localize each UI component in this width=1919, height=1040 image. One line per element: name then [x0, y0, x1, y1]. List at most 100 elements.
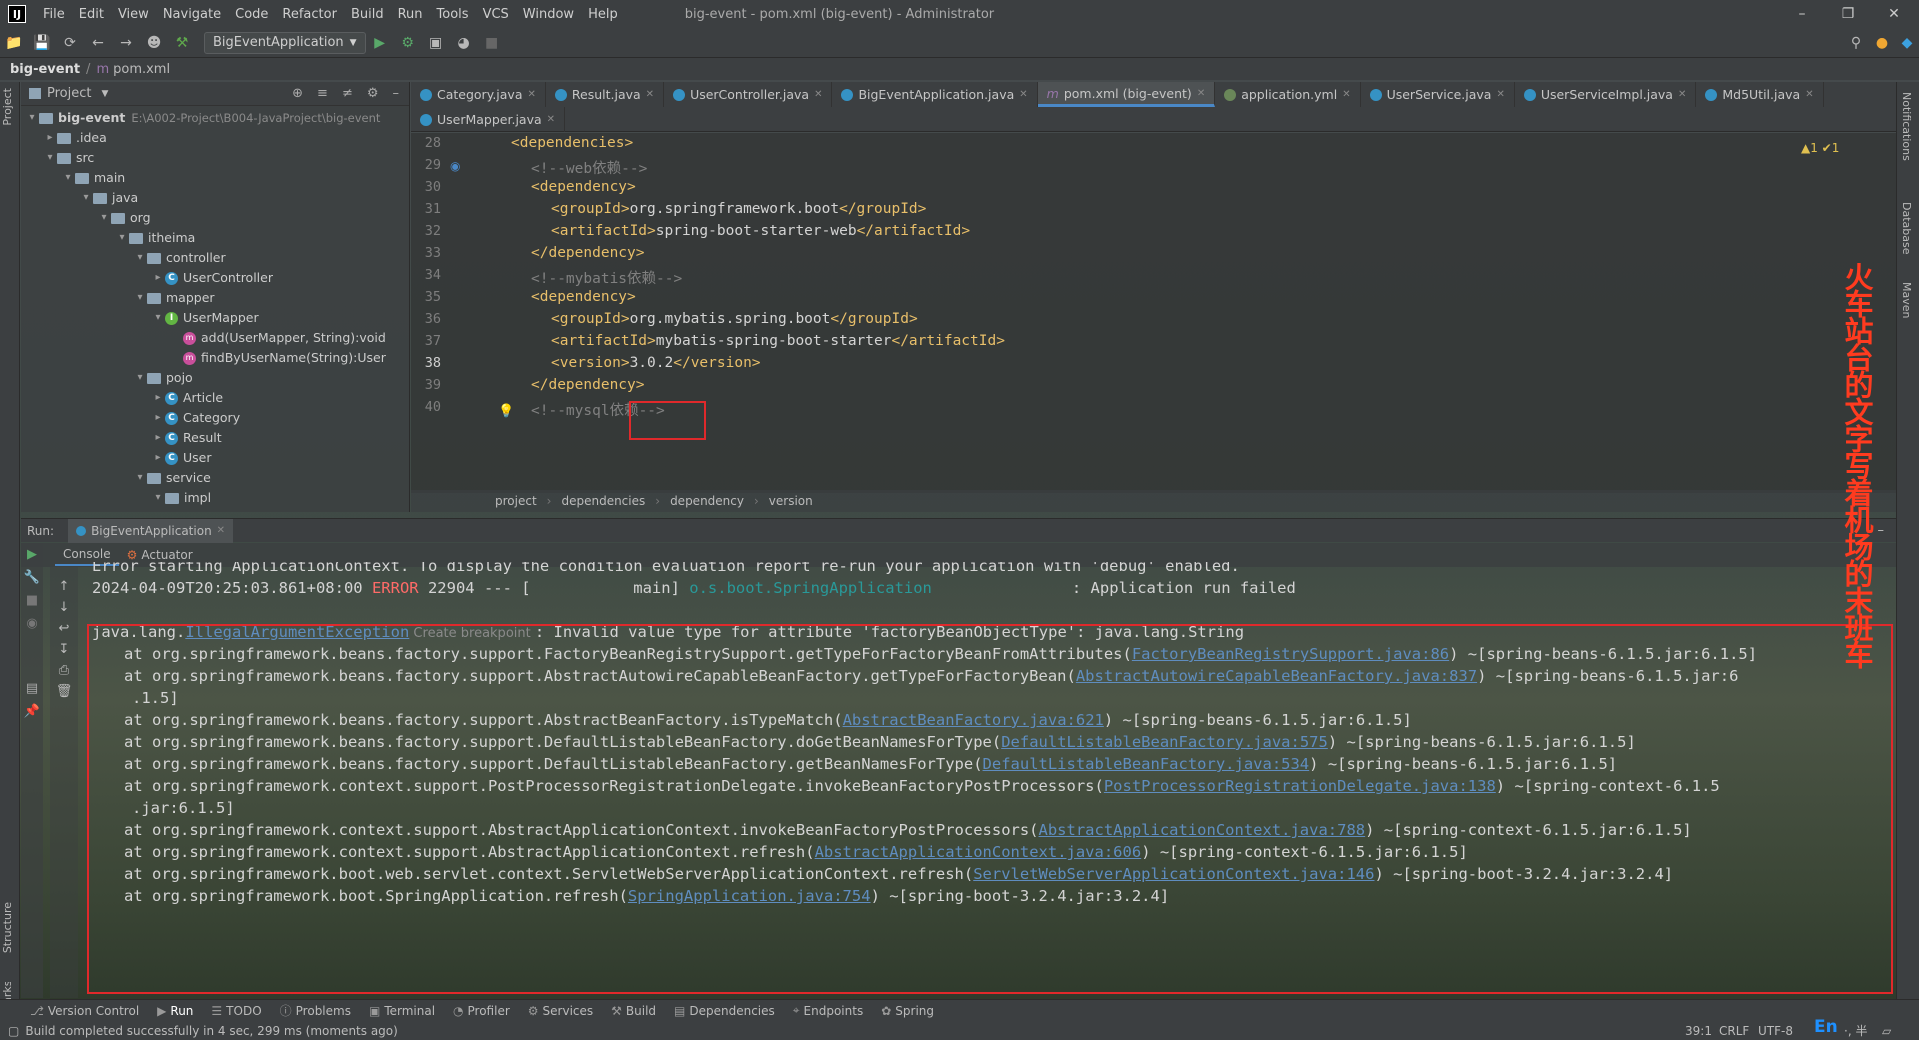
structure-tool-tab[interactable]: Structure [1, 902, 14, 953]
bottom-tab-endpoints[interactable]: ⌖ Endpoints [793, 1003, 863, 1018]
rerun-icon[interactable]: ▶ [21, 547, 43, 562]
bulb-icon[interactable]: 💡 [498, 404, 514, 419]
menu-view[interactable]: View [111, 7, 156, 22]
project-panel-title[interactable]: Project [47, 86, 91, 101]
chevron-down-icon[interactable]: ▾ [115, 228, 129, 248]
menu-tools[interactable]: Tools [430, 7, 476, 22]
sync-icon[interactable]: ⟳ [59, 32, 81, 54]
debug-icon[interactable]: ⚙ [397, 32, 419, 54]
tree-node[interactable]: ▸ C UserController [21, 268, 409, 288]
expand-all-icon[interactable]: ≡ [317, 86, 328, 101]
tree-node[interactable]: ▾ service [21, 468, 409, 488]
menu-build[interactable]: Build [344, 7, 391, 22]
forward-icon[interactable]: → [115, 32, 137, 54]
editor-tab[interactable]: UserMapper.java ✕ [411, 107, 566, 132]
editor-breadcrumb-item[interactable]: dependencies [561, 494, 645, 508]
run-config-tab[interactable]: BigEventApplication ✕ [68, 518, 234, 543]
print-icon[interactable]: ⎙ [50, 663, 78, 678]
tree-node[interactable]: ▸ C Result [21, 428, 409, 448]
tree-node[interactable]: ▾ controller [21, 248, 409, 268]
menu-file[interactable]: File [36, 7, 72, 22]
tree-node[interactable]: ▸ C Article [21, 388, 409, 408]
code-line[interactable]: <artifactId>mybatis-spring-boot-starter<… [551, 333, 1005, 349]
coverage-icon[interactable]: ▣ [425, 32, 447, 54]
update-icon[interactable]: ● [1871, 32, 1893, 54]
pin-icon[interactable]: 📌 [21, 704, 43, 719]
ime-extra[interactable]: ·, 半 [1844, 1022, 1867, 1039]
stop-icon[interactable]: ■ [481, 32, 503, 54]
editor-tab[interactable]: application.yml ✕ [1215, 82, 1361, 107]
code-line[interactable]: <dependency> [531, 289, 636, 305]
close-icon[interactable]: ✕ [814, 89, 822, 100]
editor-tab[interactable]: Category.java ✕ [411, 82, 546, 107]
close-icon[interactable]: ✕ [1805, 89, 1813, 100]
tree-node[interactable]: ▾ mapper [21, 288, 409, 308]
editor-tab[interactable]: Result.java ✕ [546, 82, 665, 107]
close-icon[interactable]: ✕ [217, 525, 225, 536]
editor-tab[interactable]: UserController.java ✕ [664, 82, 833, 107]
close-icon[interactable]: ✕ [1342, 89, 1350, 100]
close-icon[interactable]: ✕ [1678, 89, 1686, 100]
chevron-down-icon[interactable]: ▾ [61, 168, 75, 188]
tree-node[interactable]: ▾ pojo [21, 368, 409, 388]
soft-wrap-icon[interactable]: ↩ [50, 621, 78, 636]
editor-tab[interactable]: BigEventApplication.java ✕ [832, 82, 1038, 107]
profile-icon[interactable]: ◕ [453, 32, 475, 54]
open-folder-icon[interactable]: 📁 [3, 32, 25, 54]
tree-node[interactable]: ▾ itheima [21, 228, 409, 248]
breadcrumb-project[interactable]: big-event [10, 62, 80, 77]
scroll-up-icon[interactable]: ↑ [50, 579, 78, 594]
chevron-right-icon[interactable]: ▸ [43, 128, 57, 148]
code-line[interactable]: <!--web依赖--> [531, 157, 647, 178]
menu-help[interactable]: Help [581, 7, 625, 22]
tree-node[interactable]: ▸ C User [21, 448, 409, 468]
editor-tab[interactable]: UserServiceImpl.java ✕ [1515, 82, 1697, 107]
back-icon[interactable]: ← [87, 32, 109, 54]
minimize-icon[interactable]: – [1779, 0, 1825, 28]
bottom-tab-services[interactable]: ⚙ Services [528, 1004, 593, 1018]
tree-node[interactable]: ▾ I UserMapper [21, 308, 409, 328]
close-icon[interactable]: ✕ [1197, 88, 1205, 99]
chevron-down-icon[interactable]: ▾ [43, 148, 57, 168]
editor-breadcrumb-item[interactable]: dependency [670, 494, 744, 508]
tree-node[interactable]: ▾ org [21, 208, 409, 228]
bottom-tab-terminal[interactable]: ▣ Terminal [369, 1004, 435, 1018]
scroll-end-icon[interactable]: ↧ [50, 642, 78, 657]
tree-node[interactable]: ▾ src [21, 148, 409, 168]
actuator-tab[interactable]: Actuator [141, 548, 192, 562]
close-icon[interactable]: ✕ [1019, 89, 1027, 100]
close-icon[interactable]: ✕ [646, 89, 654, 100]
tree-node[interactable]: m add(UserMapper, String):void [21, 328, 409, 348]
database-tool-tab[interactable]: Database [1900, 202, 1913, 255]
editor-breadcrumb-item[interactable]: project [495, 494, 537, 508]
bottom-tab-spring[interactable]: ✿ Spring [881, 1004, 934, 1018]
tree-node[interactable]: m findByUserName(String):User [21, 348, 409, 368]
gear-icon[interactable]: ⚙ [367, 86, 379, 101]
bean-gutter-icon[interactable]: ◉ [450, 159, 460, 173]
toolbox-icon[interactable]: ◆ [1896, 32, 1918, 54]
save-icon[interactable]: 💾 [31, 32, 53, 54]
breadcrumb-file[interactable]: pom.xml [113, 62, 170, 77]
editor-tab[interactable]: m pom.xml (big-event) ✕ [1037, 82, 1216, 107]
chevron-down-icon[interactable]: ▾ [97, 208, 111, 228]
code-line[interactable]: </dependency> [531, 245, 645, 261]
collapse-all-icon[interactable]: ≠ [342, 86, 353, 101]
hide-icon[interactable]: – [393, 86, 400, 101]
tree-node[interactable]: ▾ impl [21, 488, 409, 508]
chevron-right-icon[interactable]: ▸ [151, 428, 165, 448]
chevron-down-icon[interactable]: ▾ [133, 468, 147, 488]
editor-tab[interactable]: Md5Util.java ✕ [1696, 82, 1824, 107]
chevron-down-icon[interactable]: ▼ [101, 89, 108, 99]
maven-tool-tab[interactable]: Maven [1900, 282, 1913, 318]
code-line[interactable]: <!--mybatis依赖--> [531, 267, 682, 288]
bottom-tab-run[interactable]: ▶ Run [157, 1004, 193, 1018]
code-line[interactable]: <dependencies> [511, 135, 633, 151]
line-separator[interactable]: CRLF [1719, 1024, 1749, 1038]
bottom-tab-todo[interactable]: ☰ TODO [211, 1004, 261, 1018]
camera-icon[interactable]: ◉ [21, 616, 43, 631]
bottom-tab-problems[interactable]: ⓘ Problems [280, 1002, 351, 1019]
code-line[interactable]: <artifactId>spring-boot-starter-web</art… [551, 223, 970, 239]
inspection-widget[interactable]: ▲1 ✔1 [1801, 141, 1839, 155]
chevron-right-icon[interactable]: ▸ [151, 268, 165, 288]
run-icon[interactable]: ▶ [369, 32, 391, 54]
